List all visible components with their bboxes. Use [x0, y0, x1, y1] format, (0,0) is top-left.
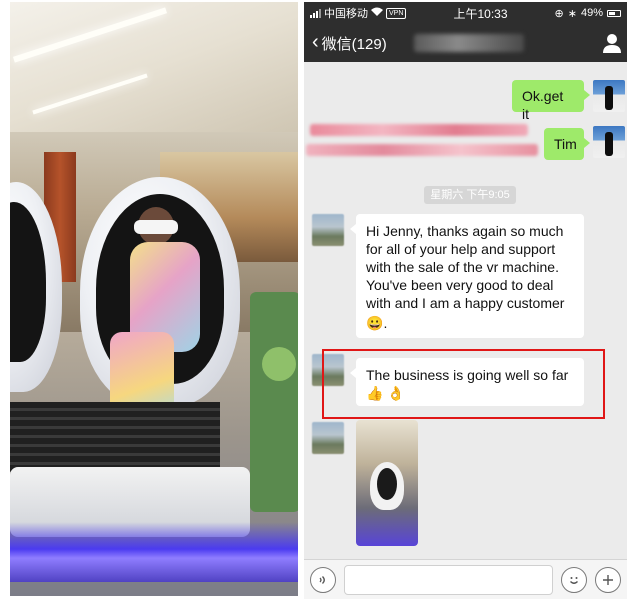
free-badge — [262, 347, 296, 381]
back-button[interactable]: ‹ 微信(129) — [312, 31, 387, 54]
bubble-tail — [584, 90, 590, 100]
message-text: Ok.get it — [522, 88, 564, 122]
vr-headset — [134, 220, 178, 234]
message-text-end: . — [383, 315, 388, 331]
my-avatar[interactable] — [593, 80, 625, 112]
chevron-left-icon: ‹ — [312, 31, 319, 53]
mall-ceiling — [10, 2, 298, 132]
person-icon[interactable] — [603, 33, 621, 53]
bubble-tail — [584, 138, 590, 148]
message-text: Tim — [554, 136, 577, 152]
status-time: 上午10:33 — [453, 6, 508, 21]
my-avatar[interactable] — [593, 126, 625, 158]
back-label: 微信(129) — [321, 35, 387, 53]
plus-icon[interactable] — [595, 566, 621, 593]
smile-emoji-icon: 😀 — [366, 315, 384, 331]
bubble-tail — [350, 224, 356, 234]
green-sign — [250, 292, 298, 512]
contact-avatar[interactable] — [312, 422, 344, 454]
status-right: ⊕ ∗ 49% — [531, 7, 621, 20]
chat-header: ‹ 微信(129) — [304, 24, 627, 62]
wechat-screenshot: 中国移动 VPN 上午10:33 ⊕ ∗ 49% ‹ 微信(129) Ok.ge… — [304, 2, 627, 599]
battery-icon — [607, 9, 621, 17]
message-text: Hi Jenny, thanks again so much for all o… — [366, 223, 565, 311]
sent-message[interactable]: Tim — [544, 128, 584, 160]
contact-avatar[interactable] — [312, 214, 344, 246]
bluetooth-icon: ∗ — [567, 7, 577, 20]
chat-area: Ok.get it Tim 星期六 下午9:05 Hi Jenny, thank… — [304, 62, 627, 559]
vr-machine-photo — [10, 2, 298, 596]
lock-rotation-icon: ⊕ — [554, 7, 564, 20]
image-message[interactable] — [356, 420, 418, 546]
screenshot-composite: 中国移动 VPN 上午10:33 ⊕ ∗ 49% ‹ 微信(129) Ok.ge… — [0, 0, 631, 601]
emoji-icon[interactable] — [561, 566, 587, 593]
chat-title-blurred — [414, 34, 524, 52]
message-ending: 😀. — [366, 314, 574, 332]
voice-icon[interactable] — [310, 566, 336, 593]
machine-stripes — [10, 402, 220, 472]
highlight-box — [322, 349, 605, 419]
signal-icon — [310, 8, 321, 18]
sent-message[interactable]: Ok.get it — [512, 80, 584, 122]
input-bar — [304, 559, 627, 599]
vpn-badge: VPN — [386, 7, 407, 19]
blurred-text — [310, 124, 528, 136]
wifi-icon — [371, 7, 383, 19]
received-message[interactable]: Hi Jenny, thanks again so much for all o… — [356, 214, 584, 338]
status-left: 中国移动 VPN — [310, 5, 430, 21]
battery-percent: 49% — [580, 7, 603, 19]
blue-led-glow — [10, 522, 298, 582]
message-input[interactable] — [344, 564, 553, 595]
carrier-name: 中国移动 — [324, 8, 368, 20]
blurred-text — [306, 144, 538, 156]
vr-egg-thumbnail — [370, 462, 404, 510]
timestamp: 星期六 下午9:05 — [424, 186, 516, 204]
status-bar: 中国移动 VPN 上午10:33 ⊕ ∗ 49% — [304, 2, 627, 24]
